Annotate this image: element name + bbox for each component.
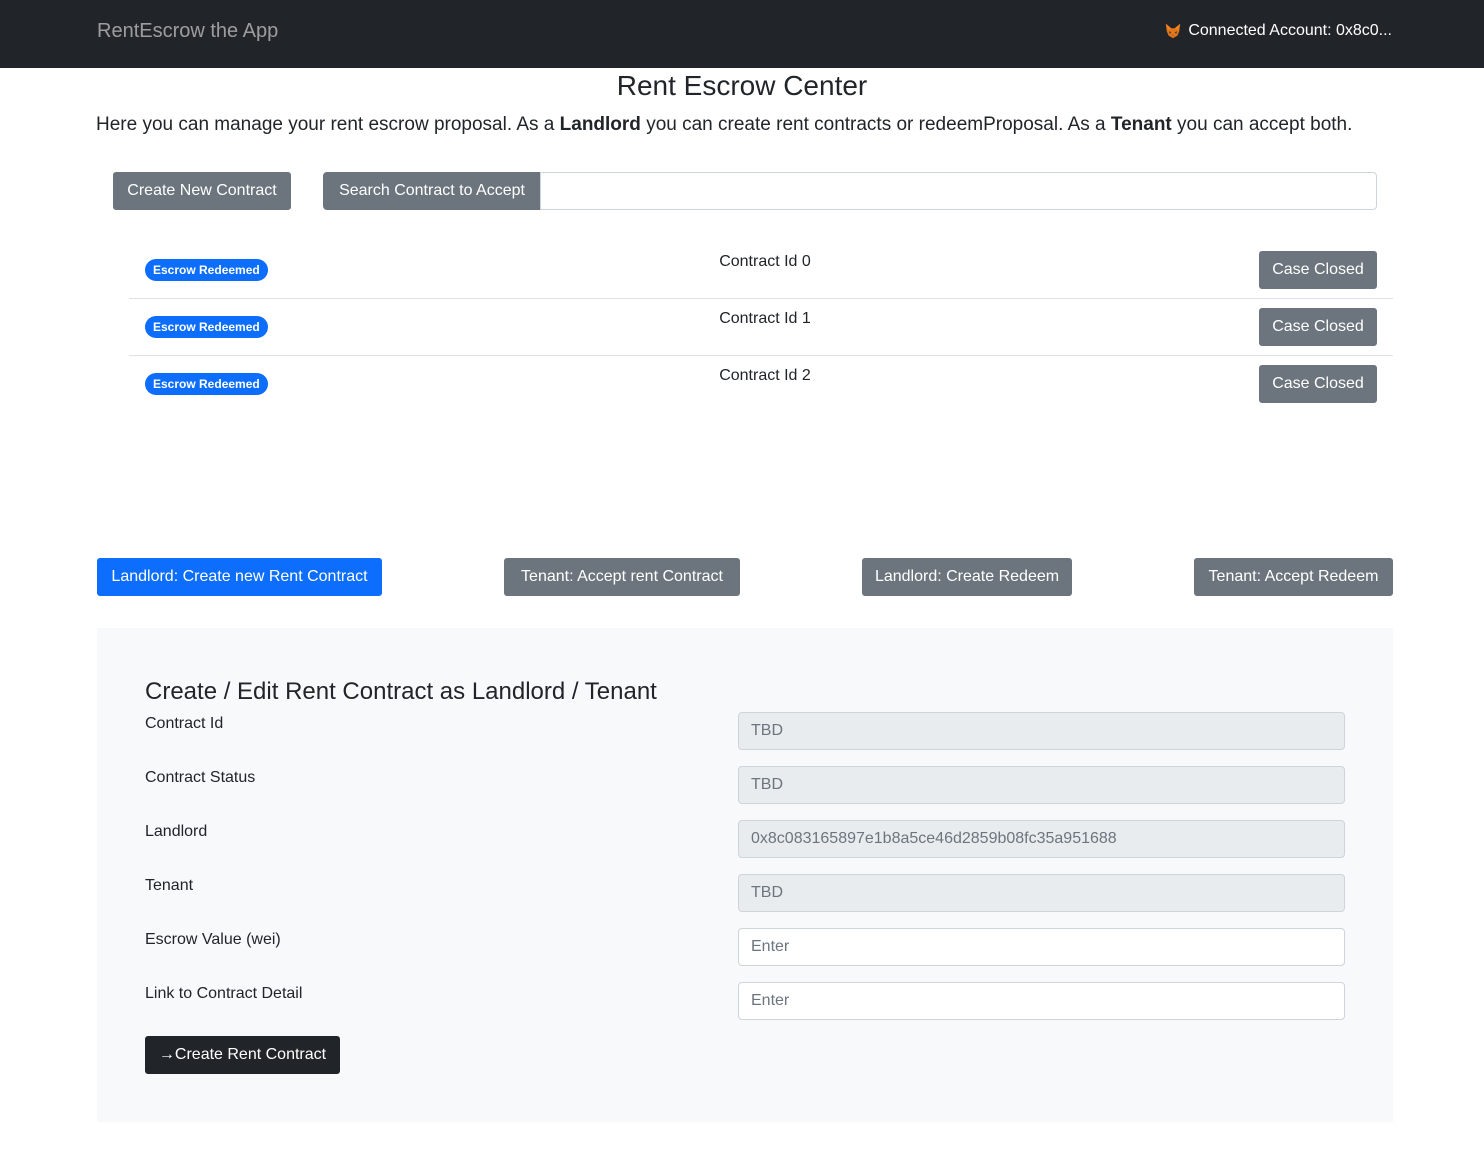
tenant-field: TBD (738, 874, 1345, 912)
connected-account: Connected Account: 0x8c0... (1164, 22, 1392, 40)
intro-text: Here you can manage your rent escrow pro… (96, 114, 1352, 136)
intro-part1: Here you can manage your rent escrow pro… (96, 114, 560, 135)
contract-link-label: Link to Contract Detail (145, 985, 303, 1002)
escrow-value-label: Escrow Value (wei) (145, 931, 281, 948)
list-item: Escrow Redeemed Contract Id 1 Case Close… (129, 299, 1393, 356)
submit-label: Create Rent Contract (174, 1046, 327, 1063)
landlord-label: Landlord (145, 823, 208, 840)
landlord-field: 0x8c083165897e1b8a5ce46d2859b08fc35a9516… (738, 820, 1345, 858)
intro-tenant: Tenant (1110, 114, 1172, 135)
contract-form-panel: Create / Edit Rent Contract as Landlord … (97, 628, 1393, 1122)
case-closed-button[interactable]: Case Closed (1259, 365, 1377, 403)
create-rent-contract-button[interactable]: → Create Rent Contract (145, 1036, 340, 1074)
case-closed-button[interactable]: Case Closed (1259, 308, 1377, 346)
create-new-contract-button[interactable]: Create New Contract (113, 172, 291, 210)
tenant-accept-contract-tab[interactable]: Tenant: Accept rent Contract (504, 558, 740, 596)
landlord-create-contract-tab[interactable]: Landlord: Create new Rent Contract (97, 558, 382, 596)
top-navbar: RentEscrow the App Connected Account: 0x… (0, 0, 1484, 68)
list-item: Escrow Redeemed Contract Id 2 Case Close… (129, 356, 1393, 413)
intro-part3: you can accept both. (1171, 114, 1353, 135)
case-closed-button[interactable]: Case Closed (1259, 251, 1377, 289)
escrow-value-input[interactable]: Enter (738, 928, 1345, 966)
form-title: Create / Edit Rent Contract as Landlord … (145, 678, 657, 705)
contract-id-label: Contract Id 0 (719, 253, 811, 270)
metamask-fox-icon (1166, 23, 1181, 39)
contract-id-field: TBD (738, 712, 1345, 750)
contract-id-label: Contract Id 2 (719, 367, 811, 384)
contract-list: Escrow Redeemed Contract Id 0 Case Close… (129, 242, 1393, 413)
landlord-create-redeem-tab[interactable]: Landlord: Create Redeem (862, 558, 1072, 596)
intro-part2: you can create rent contracts or redeemP… (640, 114, 1111, 135)
contract-id-label: Contract Id (145, 715, 224, 732)
contract-status-field: TBD (738, 766, 1345, 804)
arrow-right-icon: → (158, 1046, 175, 1063)
app-brand[interactable]: RentEscrow the App (97, 20, 278, 43)
tenant-label: Tenant (145, 877, 194, 894)
list-item: Escrow Redeemed Contract Id 0 Case Close… (129, 242, 1393, 299)
page-title: Rent Escrow Center (616, 70, 868, 101)
search-contract-input[interactable] (540, 172, 1377, 210)
contract-link-input[interactable]: Enter (738, 982, 1345, 1020)
search-contract-button[interactable]: Search Contract to Accept (323, 172, 541, 210)
tenant-accept-redeem-tab[interactable]: Tenant: Accept Redeem (1194, 558, 1393, 596)
contract-id-label: Contract Id 1 (719, 310, 811, 327)
intro-landlord: Landlord (559, 114, 641, 135)
contract-status-label: Contract Status (145, 769, 256, 786)
account-label: Connected Account: 0x8c0... (1188, 22, 1392, 39)
